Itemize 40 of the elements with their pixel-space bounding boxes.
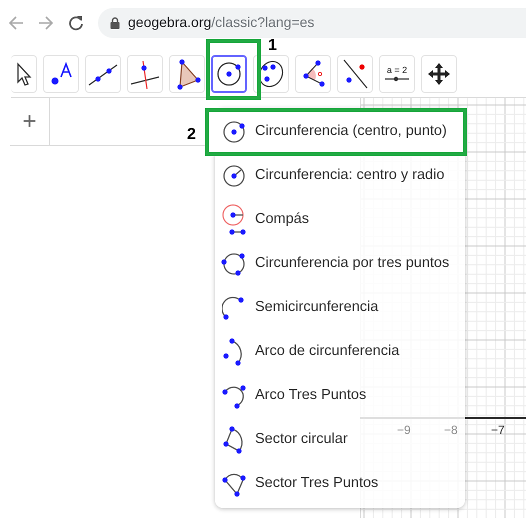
menu-item-label: Arco de circunferencia xyxy=(255,342,400,362)
axis-label: −9 xyxy=(397,424,411,436)
menu-item-label: Sector Tres Puntos xyxy=(255,474,378,494)
reload-icon[interactable] xyxy=(68,14,84,30)
add-symbol[interactable]: + xyxy=(22,110,36,134)
menu-item-label: Circunferencia por tres puntos xyxy=(255,254,450,274)
tool-button[interactable] xyxy=(211,55,247,93)
compass-icon xyxy=(221,203,247,237)
step-number: 2 xyxy=(187,125,196,145)
menu-item-label: Sector circular xyxy=(255,430,348,450)
menu-item[interactable]: Compás xyxy=(215,198,315,242)
circle-icon xyxy=(215,60,243,88)
url-text: geogebra.org/classic?lang=es xyxy=(128,13,314,32)
lock-icon xyxy=(110,16,120,28)
menu-item[interactable]: Circunferencia: centro y radio xyxy=(215,154,450,198)
axis-label: −7 xyxy=(491,424,505,436)
menu-item[interactable]: Arco de circunferencia xyxy=(215,330,406,374)
menu-item-label: Circunferencia: centro y radio xyxy=(255,166,444,186)
perpendicular-lines-icon xyxy=(129,58,161,90)
circle-radius-icon xyxy=(222,164,246,188)
highlight-frame xyxy=(206,39,261,100)
circle-three-points-icon xyxy=(221,251,247,277)
cursor-arrow-icon xyxy=(16,62,32,86)
step-number: 1 xyxy=(268,36,277,56)
menu-item-label: Semicircunferencia xyxy=(255,298,378,318)
menu-item[interactable]: Sector circular xyxy=(215,418,354,462)
address-bar[interactable]: geogebra.org/classic?lang=es xyxy=(98,8,526,38)
menu-item-label: Circunferencia (centro, punto) xyxy=(255,122,447,142)
tool-button[interactable]: a = 2 xyxy=(379,55,415,93)
menu-item-label: Compás xyxy=(255,210,309,230)
semicircle-icon xyxy=(222,295,246,321)
menu-item[interactable]: Circunferencia por tres puntos xyxy=(215,242,456,286)
axis-label: −8 xyxy=(444,424,458,436)
menu-item-label: Arco Tres Puntos xyxy=(255,386,366,406)
menu-item[interactable]: Semicircunferencia xyxy=(215,286,384,330)
menu-item[interactable]: Circunferencia (centro, punto) xyxy=(207,110,465,154)
menu-item[interactable]: Arco Tres Puntos xyxy=(215,374,372,418)
circle-icon xyxy=(222,120,246,144)
menu-item[interactable]: Sector Tres Puntos xyxy=(215,462,384,506)
move-arrows-icon xyxy=(427,62,451,86)
